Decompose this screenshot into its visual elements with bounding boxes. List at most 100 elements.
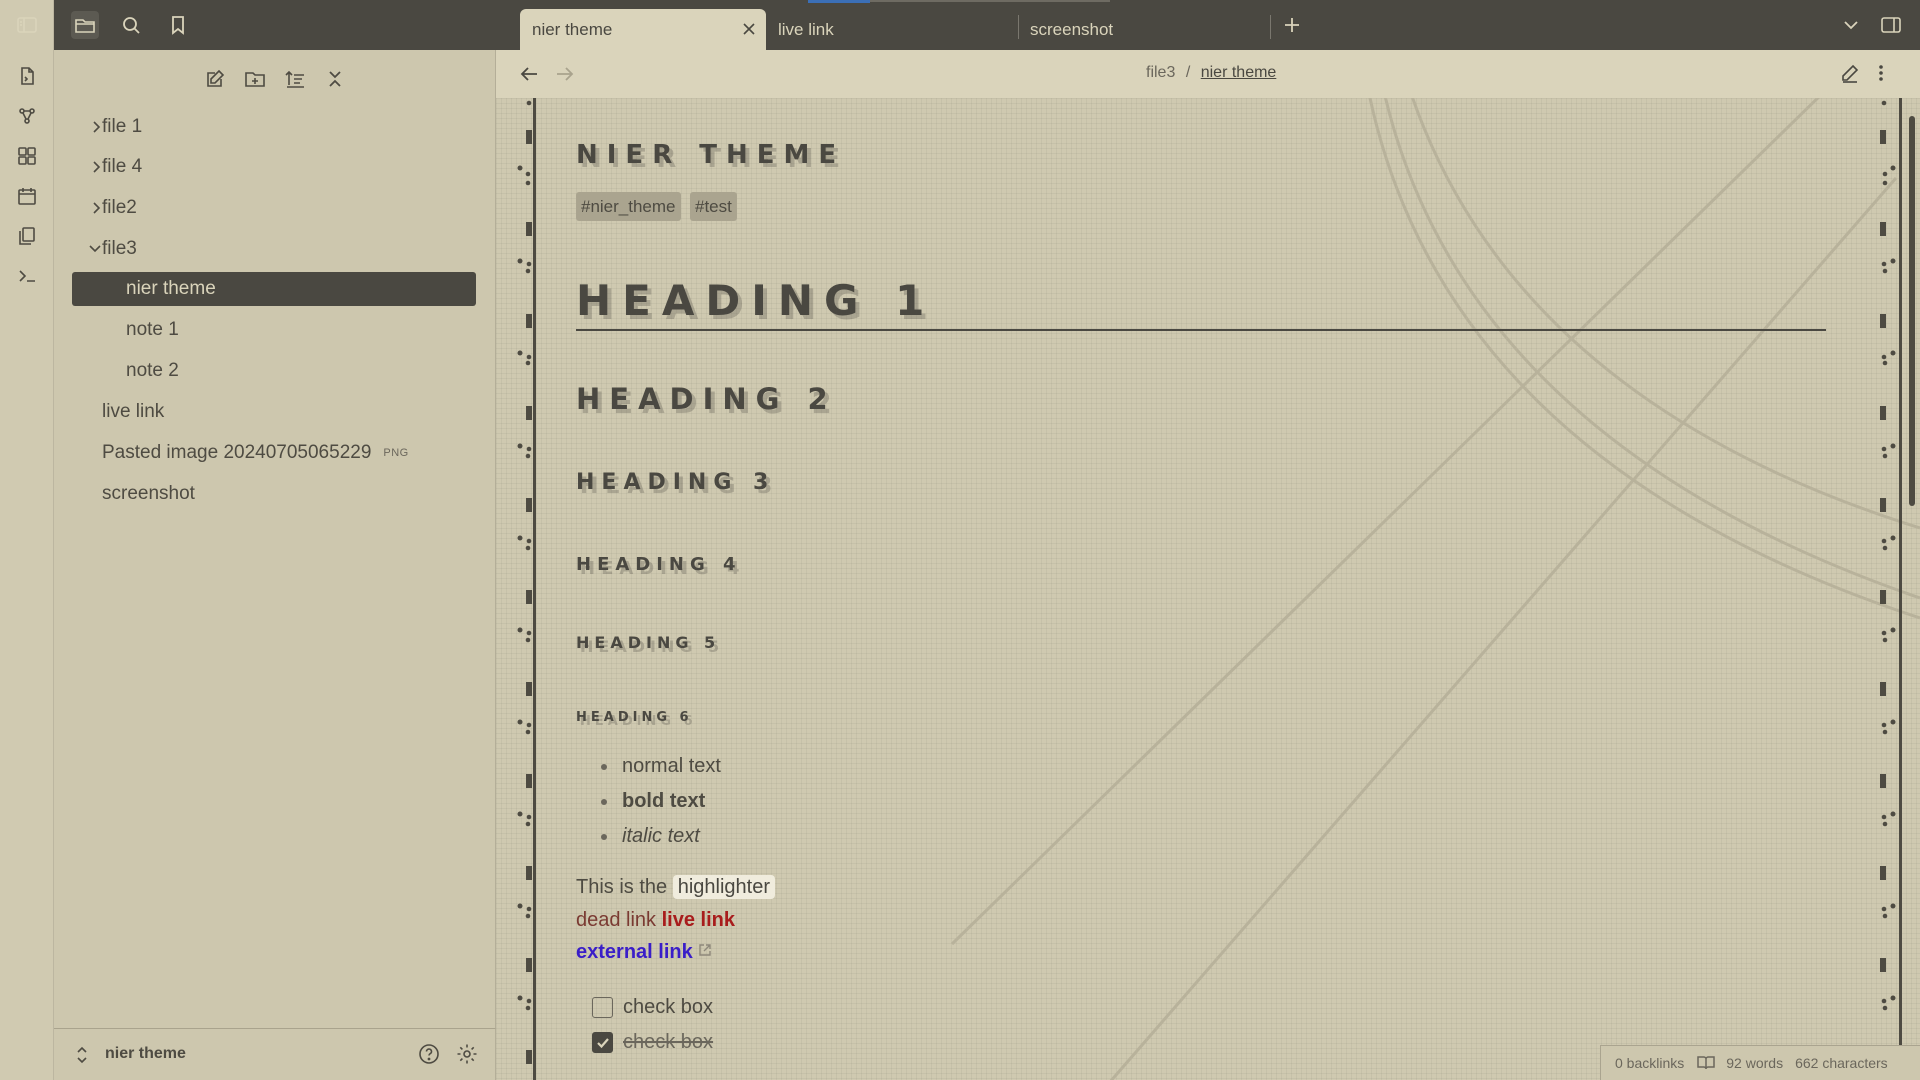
- close-icon[interactable]: [742, 22, 756, 36]
- left-gutter-dots: [517, 100, 532, 1064]
- bullet-dot: [601, 763, 607, 770]
- background-decoration: [950, 98, 1920, 1080]
- task-label: check box: [623, 1031, 714, 1053]
- sort-icon[interactable]: [281, 65, 309, 93]
- tab-list-chevron-icon[interactable]: [1842, 17, 1860, 33]
- tab-drag-indicator-track: [870, 0, 1110, 2]
- bookmark-icon[interactable]: [164, 11, 192, 39]
- settings-icon[interactable]: [456, 1043, 478, 1065]
- status-bar: 0 backlinks 92 words 662 characters: [1600, 1045, 1920, 1080]
- tab-live-link[interactable]: live link: [766, 9, 1014, 50]
- more-options-icon[interactable]: [1877, 63, 1885, 83]
- heading-3: HEADING 3: [576, 470, 776, 495]
- vault-name[interactable]: nier theme: [105, 1045, 186, 1063]
- tab-separator: [1270, 15, 1271, 39]
- folder-icon[interactable]: [71, 11, 99, 39]
- file-explorer: file 1 file 4 file2 file3 nier theme not…: [54, 50, 496, 1028]
- new-tab-icon[interactable]: [1282, 15, 1302, 35]
- list-item: bold text: [601, 790, 705, 813]
- tree-item-label: live link: [102, 401, 165, 422]
- list-item-text: bold text: [622, 790, 706, 812]
- heading-4: HEADING 4: [576, 554, 742, 575]
- tab-nier-theme[interactable]: nier theme: [520, 9, 766, 50]
- tree-file-note-2[interactable]: note 2: [126, 354, 486, 388]
- heading-6: HEADING 6: [576, 710, 693, 725]
- tab-label: nier theme: [532, 19, 613, 39]
- switcher-icon[interactable]: [13, 62, 41, 90]
- back-arrow-icon[interactable]: [520, 65, 540, 83]
- breadcrumb-parent[interactable]: file3: [1146, 64, 1175, 81]
- tab-screenshot[interactable]: screenshot: [1018, 9, 1266, 50]
- checkbox-unchecked[interactable]: [592, 997, 613, 1018]
- tree-file-nier-theme[interactable]: nier theme: [72, 272, 476, 306]
- breadcrumb: file3 / nier theme: [1146, 64, 1276, 82]
- tree-item-label: screenshot: [102, 483, 195, 504]
- tree-file-pasted-image[interactable]: Pasted image 20240705065229 PNG: [102, 436, 492, 470]
- tree-item-label: note 2: [126, 360, 179, 381]
- tree-folder-file2[interactable]: file2: [93, 191, 498, 225]
- external-link[interactable]: external link: [576, 941, 693, 963]
- dead-link[interactable]: dead link: [576, 909, 656, 931]
- tab-label: screenshot: [1030, 19, 1114, 39]
- new-note-icon[interactable]: [201, 65, 229, 93]
- heading-5: HEADING 5: [576, 633, 721, 652]
- canvas-icon[interactable]: [13, 142, 41, 170]
- templates-icon[interactable]: [13, 222, 41, 250]
- tab-label: live link: [778, 19, 834, 39]
- chevron-right-icon: [93, 121, 101, 133]
- breadcrumb-current[interactable]: nier theme: [1201, 64, 1277, 81]
- heading-2: HEADING 2: [576, 382, 837, 416]
- editor-content[interactable]: NIER THEME #nier_theme #test HEADING 1 H…: [496, 98, 1920, 1080]
- bullet-dot: [601, 798, 607, 805]
- highlighted-text: highlighter: [672, 875, 776, 899]
- external-link-icon: [699, 944, 711, 956]
- view-header: file3 / nier theme: [496, 50, 1920, 98]
- scrollbar-thumb[interactable]: [1909, 116, 1915, 506]
- edit-pencil-icon[interactable]: [1840, 63, 1860, 83]
- tag-test[interactable]: #test: [690, 192, 737, 221]
- list-item: normal text: [601, 755, 721, 778]
- vault-chevrons-icon[interactable]: [76, 1046, 88, 1064]
- tree-item-label: Pasted image 20240705065229: [102, 442, 372, 463]
- toggle-sidebar-icon[interactable]: [13, 11, 41, 39]
- tree-file-live-link[interactable]: live link: [102, 395, 492, 429]
- live-link[interactable]: live link: [662, 909, 735, 931]
- tree-item-label: nier theme: [126, 278, 216, 299]
- sidebar-header: [17, 0, 496, 50]
- checkbox-checked[interactable]: [592, 1032, 613, 1053]
- tree-item-label: note 1: [126, 319, 179, 340]
- character-count: 662 characters: [1795, 1055, 1888, 1071]
- toggle-right-sidebar-icon[interactable]: [1880, 15, 1902, 35]
- tag-nier-theme[interactable]: #nier_theme: [576, 192, 681, 221]
- graph-icon[interactable]: [13, 102, 41, 130]
- breadcrumb-separator: /: [1185, 64, 1191, 81]
- forward-arrow-icon[interactable]: [554, 65, 574, 83]
- task-item: check box: [592, 1031, 713, 1054]
- terminal-icon[interactable]: [13, 262, 41, 290]
- tree-item-label: file3: [102, 238, 137, 259]
- highlight-paragraph: This is the highlighter: [576, 875, 776, 899]
- list-item: italic text: [601, 825, 700, 848]
- help-icon[interactable]: [418, 1043, 440, 1065]
- list-item-text: italic text: [622, 825, 700, 847]
- links-paragraph: dead link live link: [576, 909, 735, 932]
- search-icon[interactable]: [117, 11, 145, 39]
- note-title: NIER THEME: [576, 140, 846, 170]
- file-explorer-actions: [54, 60, 496, 94]
- new-folder-icon[interactable]: [241, 65, 269, 93]
- heading-1: HEADING 1: [576, 276, 936, 325]
- tree-folder-file3[interactable]: file3: [89, 232, 498, 266]
- collapse-all-icon[interactable]: [321, 65, 349, 93]
- external-link-paragraph: external link: [576, 941, 712, 964]
- tree-file-note-1[interactable]: note 1: [126, 313, 486, 347]
- tree-folder-file-4[interactable]: file 4: [93, 150, 498, 184]
- tree-folder-file-1[interactable]: file 1: [93, 110, 498, 144]
- reading-book-icon[interactable]: [1696, 1055, 1716, 1071]
- calendar-icon[interactable]: [13, 182, 41, 210]
- tab-bar: nier theme live link screenshot: [496, 0, 1920, 50]
- ribbon: [0, 0, 54, 1080]
- right-gutter-dots: [1880, 100, 1896, 1064]
- tab-drag-indicator: [808, 0, 870, 3]
- tree-file-screenshot[interactable]: screenshot: [102, 477, 492, 511]
- backlinks-count[interactable]: 0 backlinks: [1615, 1055, 1684, 1071]
